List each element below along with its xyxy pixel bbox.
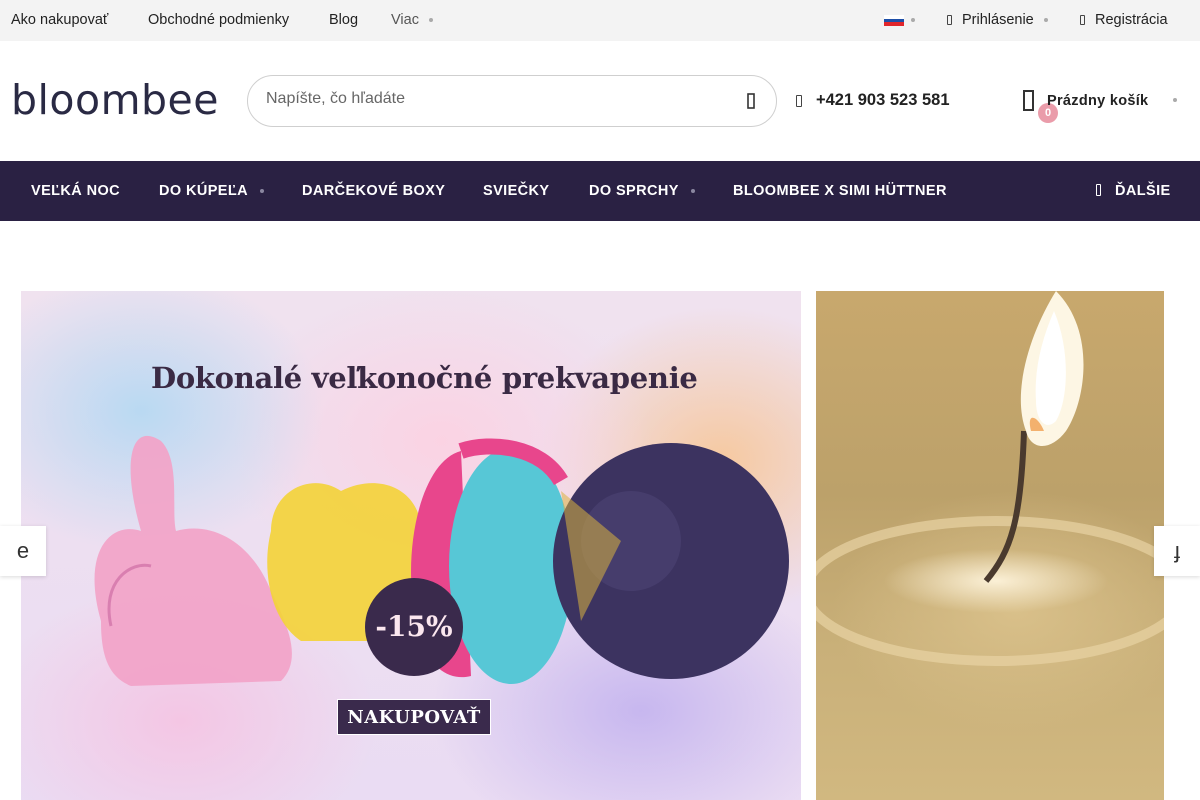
topbar-link-terms[interactable]: Obchodné podmienky xyxy=(148,12,289,28)
login-label: Prihlásenie xyxy=(962,12,1034,28)
register-label: Registrácia xyxy=(1095,12,1168,28)
nav-item-candles[interactable]: SVIEČKY xyxy=(483,183,549,199)
shop-now-button[interactable]: NAKUPOVAŤ xyxy=(337,699,491,735)
cart-chevron-icon[interactable] xyxy=(1173,98,1177,102)
banner-title: Dokonalé veľkonočné prekvapenie xyxy=(151,361,698,395)
logo[interactable]: bloombee xyxy=(11,76,219,124)
cart-label[interactable]: Prázdny košík xyxy=(1047,93,1148,109)
search-box xyxy=(247,75,777,127)
login-link[interactable]: Prihlásenie xyxy=(947,12,1048,28)
topbar-link-blog[interactable]: Blog xyxy=(329,12,358,28)
discount-badge: -15% xyxy=(365,578,463,676)
slovak-flag-icon[interactable] xyxy=(884,15,904,26)
register-link[interactable]: Registrácia xyxy=(1080,12,1168,28)
main-nav: VEĽKÁ NOC DO KÚPEĽA DARČEKOVÉ BOXY SVIEČ… xyxy=(0,161,1200,221)
nav-item-bath-label: DO KÚPEĽA xyxy=(159,183,248,199)
phone-number[interactable]: +421 903 523 581 xyxy=(816,91,950,110)
candle-banner[interactable] xyxy=(816,291,1164,800)
carousel-prev-button[interactable]: e xyxy=(0,526,46,576)
nav-more-button[interactable]: ĎALŠIE xyxy=(1096,183,1171,199)
search-icon[interactable] xyxy=(744,91,758,111)
chevron-down-icon xyxy=(1043,18,1048,23)
candle-image xyxy=(816,291,1164,666)
language-chevron-icon[interactable] xyxy=(911,18,915,22)
register-icon xyxy=(1080,15,1085,25)
nav-item-shower[interactable]: DO SPRCHY xyxy=(589,183,695,199)
chevron-down-icon xyxy=(260,189,264,194)
nav-more-label: ĎALŠIE xyxy=(1115,183,1171,199)
nav-item-simi-huttner[interactable]: BLOOMBEE X SIMI HÜTTNER xyxy=(733,183,947,199)
nav-item-gift-boxes[interactable]: DARČEKOVÉ BOXY xyxy=(302,183,445,199)
menu-icon xyxy=(1096,184,1101,196)
nav-item-shower-label: DO SPRCHY xyxy=(589,183,679,199)
topbar-more-dropdown[interactable]: Viac xyxy=(391,12,433,28)
nav-item-easter[interactable]: VEĽKÁ NOC xyxy=(31,183,120,199)
cart-icon[interactable] xyxy=(1022,89,1036,112)
chevron-down-icon xyxy=(690,189,695,194)
top-bar: Ako nakupovať Obchodné podmienky Blog Vi… xyxy=(0,0,1200,41)
topbar-link-how-to-buy[interactable]: Ako nakupovať xyxy=(11,12,108,28)
carousel-next-button[interactable]: ɟ xyxy=(1154,526,1200,576)
nav-item-bath[interactable]: DO KÚPEĽA xyxy=(159,183,264,199)
phone-icon xyxy=(796,95,802,107)
topbar-more-label: Viac xyxy=(391,12,419,28)
chevron-down-icon xyxy=(428,18,433,23)
easter-banner[interactable]: Dokonalé veľkonočné prekvapenie -15% NAK… xyxy=(21,291,801,800)
user-icon xyxy=(947,15,952,25)
search-input[interactable] xyxy=(266,90,716,108)
